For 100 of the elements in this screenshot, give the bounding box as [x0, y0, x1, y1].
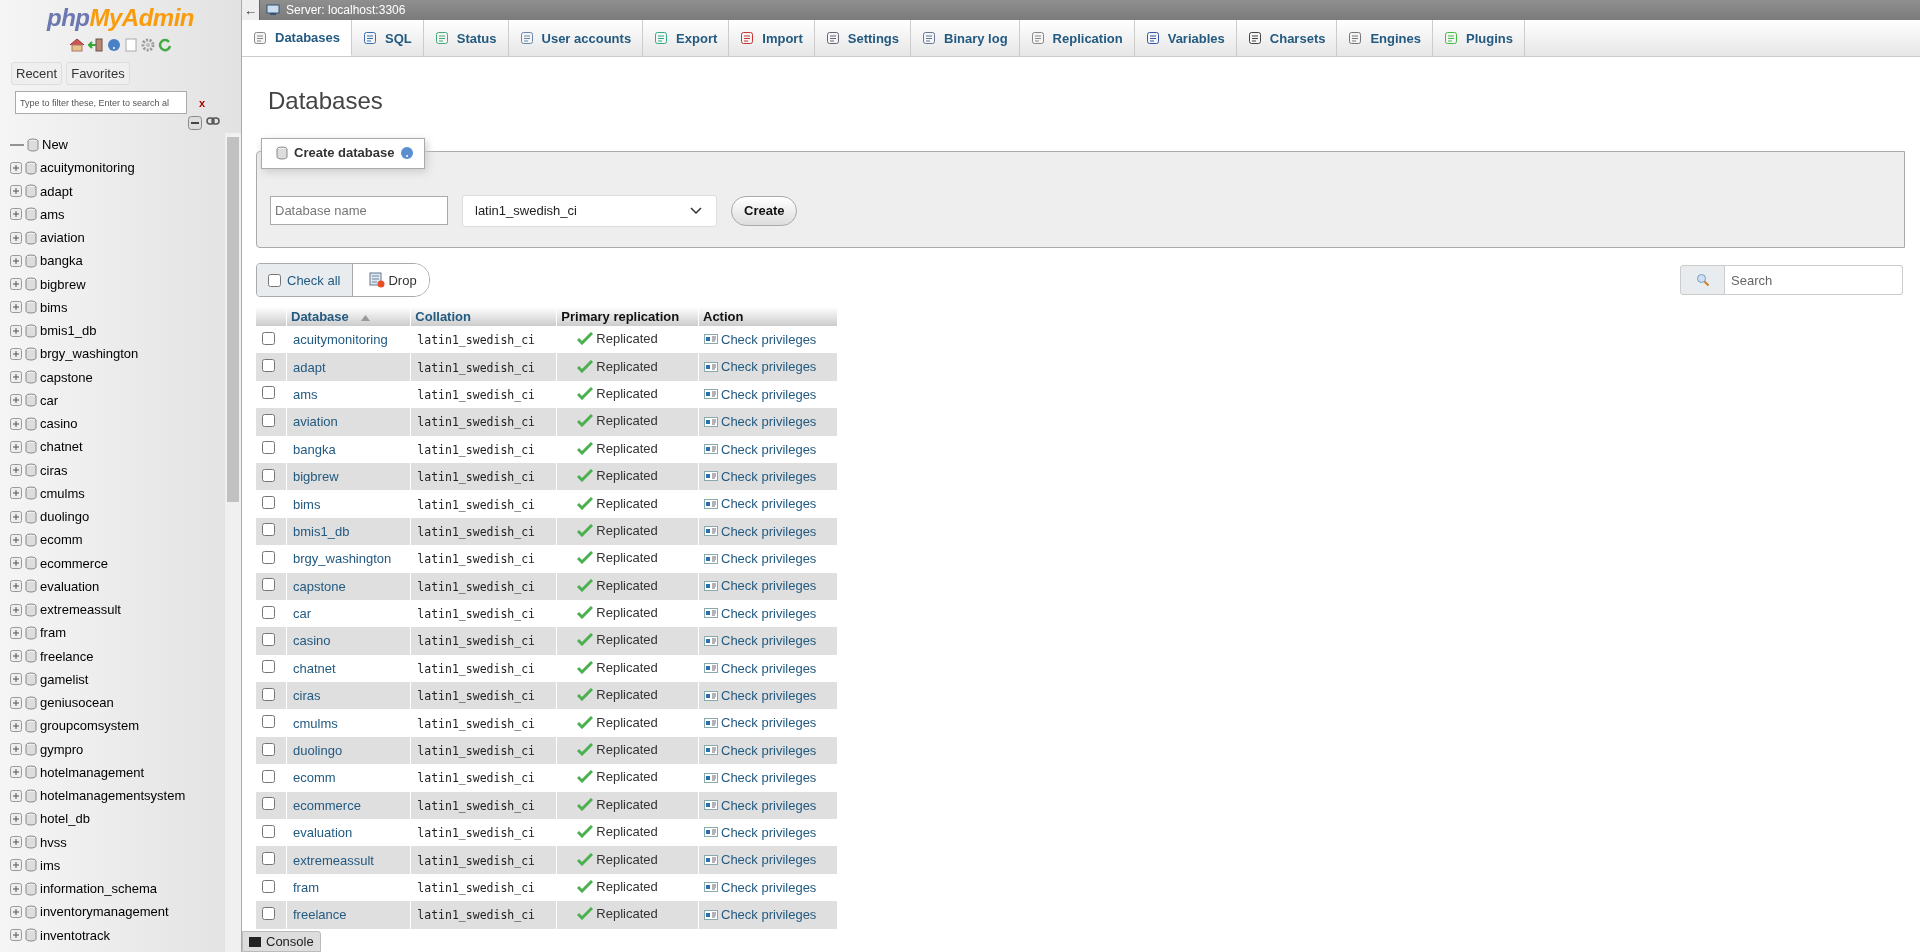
tree-item[interactable]: ecomm — [40, 532, 83, 548]
expand-icon[interactable] — [10, 161, 22, 174]
expand-icon[interactable] — [10, 464, 22, 477]
expand-icon[interactable] — [10, 185, 22, 198]
expand-icon[interactable] — [10, 440, 22, 453]
tab[interactable]: Settings — [814, 20, 912, 56]
tree-item[interactable]: extremeassult — [40, 602, 121, 618]
check-privileges-link[interactable]: Check privileges — [704, 742, 817, 758]
check-privileges-link[interactable]: Check privileges — [704, 824, 817, 840]
database-link[interactable]: bangka — [293, 441, 336, 457]
row-checkbox[interactable] — [262, 550, 275, 564]
database-link[interactable]: ecomm — [293, 770, 336, 786]
expand-icon[interactable] — [10, 533, 22, 546]
expand-icon[interactable] — [10, 905, 22, 918]
tab[interactable]: Import — [729, 20, 815, 56]
database-link[interactable]: freelance — [293, 907, 347, 923]
link-icon[interactable] — [206, 116, 220, 126]
tree-item[interactable]: bims — [40, 299, 68, 315]
expand-icon[interactable] — [10, 231, 22, 244]
row-checkbox[interactable] — [262, 797, 275, 811]
tree-item[interactable]: ims — [40, 857, 61, 873]
tree-item[interactable]: chatnet — [40, 439, 83, 455]
help-icon[interactable] — [107, 38, 121, 52]
row-checkbox[interactable] — [262, 496, 275, 510]
column-header[interactable]: Collation — [411, 307, 557, 326]
check-privileges-link[interactable]: Check privileges — [704, 770, 817, 786]
check-privileges-link[interactable]: Check privileges — [704, 551, 817, 567]
expand-icon[interactable] — [10, 836, 22, 849]
row-checkbox[interactable] — [262, 386, 275, 400]
check-privileges-link[interactable]: Check privileges — [704, 907, 817, 923]
check-privileges-link[interactable]: Check privileges — [704, 578, 817, 594]
server-title[interactable]: Server: localhost:3306 — [286, 3, 406, 17]
tree-item[interactable]: capstone — [40, 369, 93, 385]
expand-icon[interactable] — [10, 743, 22, 756]
logout-icon[interactable] — [88, 38, 104, 52]
tab[interactable]: Plugins — [1433, 20, 1525, 56]
expand-icon[interactable] — [10, 859, 22, 872]
tree-item[interactable]: ams — [40, 206, 65, 222]
scrollbar[interactable] — [225, 133, 241, 952]
tree-item[interactable]: geniusocean — [40, 695, 114, 711]
database-link[interactable]: acuitymonitoring — [293, 332, 388, 348]
tab[interactable]: Status — [423, 20, 509, 56]
tree-item[interactable]: freelance — [40, 648, 94, 664]
row-checkbox[interactable] — [262, 523, 275, 537]
expand-icon[interactable] — [10, 278, 22, 291]
database-link[interactable]: ecommerce — [293, 797, 361, 813]
tree-item[interactable]: aviation — [40, 230, 85, 246]
tab[interactable]: Replication — [1019, 20, 1135, 56]
expand-icon[interactable] — [10, 719, 22, 732]
row-checkbox[interactable] — [262, 715, 275, 729]
tree-item[interactable]: brgy_washington — [40, 346, 139, 362]
search-field[interactable]: Search — [1725, 265, 1903, 295]
expand-icon[interactable] — [10, 208, 22, 221]
expand-icon[interactable] — [10, 696, 22, 709]
tree-item[interactable]: cmulms — [40, 485, 85, 501]
database-link[interactable]: aviation — [293, 414, 338, 430]
tree-item[interactable]: bigbrew — [40, 276, 86, 292]
row-checkbox[interactable] — [262, 742, 275, 756]
reload-icon[interactable] — [158, 38, 172, 52]
expand-icon[interactable] — [10, 766, 22, 779]
tab[interactable]: SQL — [352, 20, 424, 56]
collapse-button[interactable]: ← — [242, 0, 260, 20]
expand-icon[interactable] — [10, 929, 22, 942]
database-name-field[interactable]: Database name — [270, 196, 448, 225]
tree-item[interactable]: casino — [40, 416, 78, 432]
expand-icon[interactable] — [10, 254, 22, 267]
tree-item[interactable]: bmis1_db — [40, 323, 97, 339]
expand-icon[interactable] — [10, 487, 22, 500]
row-checkbox[interactable] — [262, 331, 275, 345]
expand-icon[interactable] — [10, 626, 22, 639]
create-button[interactable]: Create — [731, 195, 798, 226]
expand-icon[interactable] — [10, 557, 22, 570]
tab[interactable]: Engines — [1337, 20, 1433, 56]
tree-item[interactable]: duolingo — [40, 509, 90, 525]
database-link[interactable]: casino — [293, 633, 331, 649]
expand-icon[interactable] — [10, 882, 22, 895]
expand-icon[interactable] — [10, 580, 22, 593]
check-all-label[interactable]: Check all — [287, 272, 341, 288]
row-checkbox[interactable] — [262, 660, 275, 674]
database-link[interactable]: fram — [293, 880, 319, 895]
expand-icon[interactable] — [10, 603, 22, 616]
database-link[interactable]: bims — [293, 496, 321, 512]
row-checkbox[interactable] — [262, 687, 275, 701]
tree-item[interactable]: acuitymonitoring — [40, 160, 135, 176]
row-checkbox[interactable] — [262, 441, 275, 455]
database-link[interactable]: chatnet — [293, 660, 336, 676]
tree-item[interactable]: bangka — [40, 253, 83, 269]
database-link[interactable]: bigbrew — [293, 469, 339, 485]
tree-item[interactable]: evaluation — [40, 578, 100, 594]
row-checkbox[interactable] — [262, 468, 275, 482]
tab[interactable]: Charsets — [1236, 20, 1338, 56]
row-checkbox[interactable] — [262, 769, 275, 783]
check-privileges-link[interactable]: Check privileges — [704, 797, 817, 813]
check-privileges-link[interactable]: Check privileges — [704, 633, 817, 649]
check-all-checkbox[interactable] — [268, 273, 281, 287]
tree-item[interactable]: inventorymanagement — [40, 904, 169, 920]
tab[interactable]: Variables — [1134, 20, 1237, 56]
logo[interactable]: phpMyAdmin — [0, 0, 241, 32]
database-link[interactable]: car — [293, 606, 312, 622]
tree-item[interactable]: information_schema — [40, 881, 158, 897]
